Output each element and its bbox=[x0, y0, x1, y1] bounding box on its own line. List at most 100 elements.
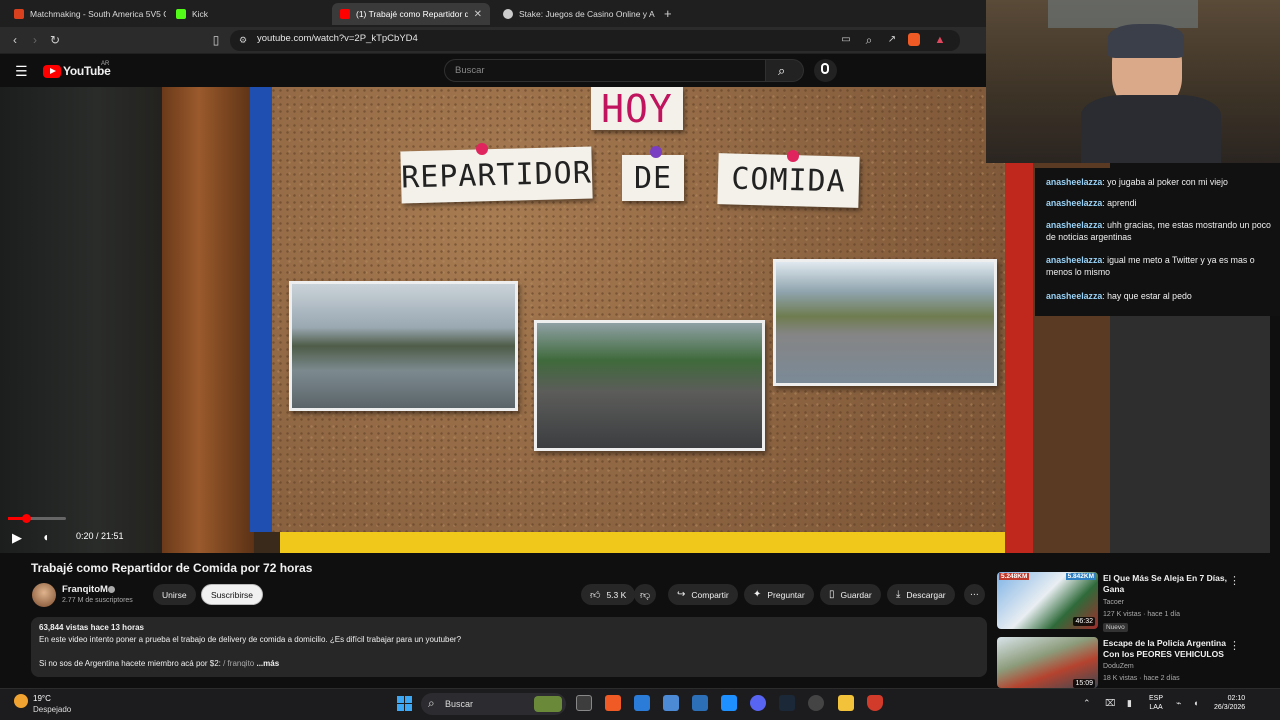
country-code: AR bbox=[101, 61, 110, 67]
recommendation-item[interactable]: 15:09 Escape de la Policía Argentina Con… bbox=[997, 637, 1277, 688]
system-clock[interactable]: 02:10 26/3/2026 bbox=[1214, 694, 1245, 712]
youtube-logo-icon[interactable] bbox=[43, 65, 61, 78]
store-icon[interactable] bbox=[721, 695, 737, 711]
recommendation-item[interactable]: 5.248KM 5.842KM 46:32 El Que Más Se Alej… bbox=[997, 572, 1277, 632]
editor-icon[interactable] bbox=[692, 695, 708, 711]
steam-icon[interactable] bbox=[779, 695, 795, 711]
share-icon[interactable]: ↗ bbox=[884, 32, 900, 48]
subscriber-count: 2.77 M de suscriptores bbox=[62, 597, 133, 604]
brave-shields-icon[interactable] bbox=[908, 33, 920, 46]
search-input[interactable] bbox=[444, 59, 766, 82]
new-badge: Nuevo bbox=[1103, 623, 1128, 632]
weather-temperature[interactable]: 19°C bbox=[33, 694, 51, 703]
volume-tray-icon[interactable]: ◖ bbox=[1193, 698, 1198, 708]
thumb-label: 5.248KM bbox=[999, 573, 1030, 580]
bookmark-icon[interactable]: ▯ bbox=[208, 32, 224, 48]
video-player[interactable]: HOY REPARTIDOR DE COMIDA ▶ ◖ 0:20 / 21:5… bbox=[0, 87, 1110, 553]
progress-scrubber[interactable] bbox=[22, 514, 31, 523]
description-link[interactable]: / franqito bbox=[223, 659, 254, 668]
notepad-icon[interactable] bbox=[634, 695, 650, 711]
recommendation-meta: 18 K vistas · hace 2 días bbox=[1103, 675, 1180, 682]
file-explorer-icon[interactable] bbox=[838, 695, 854, 711]
chat-message: anasheelazza: hay que estar al pedo bbox=[1046, 291, 1192, 301]
thumb-label: 5.842KM bbox=[1065, 573, 1096, 580]
site-info-icon[interactable]: ⚙ bbox=[235, 32, 251, 48]
language-indicator[interactable]: ESP LAA bbox=[1149, 694, 1163, 712]
recommendation-title[interactable]: El Que Más Se Aleja En 7 Días, Gana bbox=[1103, 573, 1233, 595]
join-button[interactable]: Unirse bbox=[153, 584, 196, 605]
background-wall bbox=[0, 87, 162, 553]
start-button[interactable] bbox=[397, 696, 412, 711]
chat-message: anasheelazza: igual me meto a Twitter y … bbox=[1046, 255, 1255, 277]
search-icon: ⌕ bbox=[778, 63, 786, 78]
menu-icon[interactable]: ☰ bbox=[15, 63, 28, 80]
board-card-hoy: HOY bbox=[591, 87, 683, 131]
obs-icon[interactable] bbox=[808, 695, 824, 711]
subscribe-button[interactable]: Suscribirse bbox=[201, 584, 264, 605]
url-text[interactable]: youtube.com/watch?v=2P_kTpCbYD4 bbox=[257, 33, 418, 44]
back-icon[interactable]: ‹ bbox=[7, 32, 23, 48]
window-background bbox=[1048, 0, 1198, 28]
tab-youtube-video[interactable]: (1) Trabajé como Repartidor de C ✕ bbox=[332, 3, 490, 25]
tab-stake[interactable]: Stake: Juegos de Casino Online y Ap bbox=[495, 3, 655, 25]
chat-message: anasheelazza: yo jugaba al poker con mi … bbox=[1046, 177, 1228, 187]
recommendation-thumbnail[interactable]: 15:09 bbox=[997, 637, 1098, 688]
board-frame-blue bbox=[250, 87, 272, 532]
cast-icon[interactable]: ▭ bbox=[838, 32, 854, 48]
task-view-icon[interactable] bbox=[576, 695, 592, 711]
recommendation-title[interactable]: Escape de la Policía Argentina Con los P… bbox=[1103, 638, 1233, 660]
mic-icon bbox=[821, 63, 829, 74]
video-title: Trabajé como Repartidor de Comida por 72… bbox=[31, 561, 313, 575]
mic-tray-icon[interactable]: ▮ bbox=[1127, 698, 1132, 709]
tab-kick[interactable]: Kick bbox=[168, 3, 328, 25]
description-box[interactable] bbox=[31, 617, 987, 677]
more-options-icon[interactable]: ⋮ bbox=[1229, 574, 1240, 587]
channel-avatar[interactable] bbox=[32, 583, 56, 607]
more-options-icon[interactable]: ⋮ bbox=[1229, 639, 1240, 652]
youtube-icon bbox=[340, 9, 350, 19]
recommendation-thumbnail[interactable]: 5.248KM 5.842KM 46:32 bbox=[997, 572, 1098, 629]
weather-moon-icon[interactable] bbox=[14, 694, 28, 708]
ask-button[interactable]: ✦ Preguntar bbox=[744, 584, 814, 605]
brave-browser-icon[interactable] bbox=[605, 695, 621, 711]
pushpin bbox=[650, 146, 662, 158]
board-card-repartidor: REPARTIDOR bbox=[400, 146, 593, 204]
network-icon[interactable]: ⌧ bbox=[1105, 698, 1115, 709]
play-icon[interactable]: ▶ bbox=[12, 530, 22, 546]
show-more-link[interactable]: ...más bbox=[256, 659, 279, 668]
photo-bike-street bbox=[534, 320, 765, 451]
search-button[interactable]: ⌕ bbox=[766, 59, 804, 82]
sparkle-icon: ✦ bbox=[753, 589, 762, 600]
pushpin bbox=[787, 150, 799, 162]
recommendation-channel[interactable]: Tacoer bbox=[1103, 599, 1124, 606]
discord-icon[interactable] bbox=[750, 695, 766, 711]
description-line: En este video intento poner a prueba el … bbox=[39, 635, 462, 644]
wifi-icon[interactable]: ⌁ bbox=[1176, 698, 1181, 709]
more-actions-button[interactable]: ⋯ bbox=[964, 584, 985, 605]
tab-bar: Matchmaking - South America 5V5 C Kick (… bbox=[0, 0, 986, 27]
close-tab-icon[interactable]: ✕ bbox=[468, 9, 482, 20]
download-button[interactable]: ⤓ Descargar bbox=[887, 584, 955, 605]
zoom-icon[interactable]: ⌕ bbox=[861, 32, 877, 48]
brave-rewards-icon[interactable]: ▲ bbox=[932, 32, 948, 48]
tab-matchmaking[interactable]: Matchmaking - South America 5V5 C bbox=[6, 3, 166, 25]
reload-icon[interactable]: ↻ bbox=[47, 32, 63, 48]
dislike-button[interactable]: 👎︎ bbox=[634, 584, 657, 605]
voice-search-button[interactable] bbox=[814, 59, 837, 82]
taskbar-search[interactable]: ⌕ bbox=[421, 693, 566, 715]
volume-icon[interactable]: ◖ bbox=[42, 530, 49, 544]
like-button[interactable]: 👍︎ 5.3 K bbox=[581, 584, 636, 605]
channel-name[interactable]: FranqitoM bbox=[62, 584, 108, 595]
download-icon: ⤓ bbox=[896, 589, 901, 600]
weather-condition[interactable]: Despejado bbox=[33, 705, 71, 714]
chat-message: anasheelazza: aprendi bbox=[1046, 198, 1137, 208]
vpn-shield-icon[interactable] bbox=[867, 695, 883, 711]
tray-overflow-icon[interactable]: ⌃ bbox=[1083, 698, 1091, 709]
recommendation-channel[interactable]: DoduZem bbox=[1103, 663, 1134, 670]
calculator-icon[interactable] bbox=[663, 695, 679, 711]
share-button[interactable]: ↪ Compartir bbox=[668, 584, 738, 605]
forward-icon[interactable]: › bbox=[27, 32, 43, 48]
new-tab-button[interactable]: + bbox=[664, 6, 672, 21]
save-button[interactable]: ▯ Guardar bbox=[820, 584, 881, 605]
kick-icon bbox=[176, 9, 186, 19]
